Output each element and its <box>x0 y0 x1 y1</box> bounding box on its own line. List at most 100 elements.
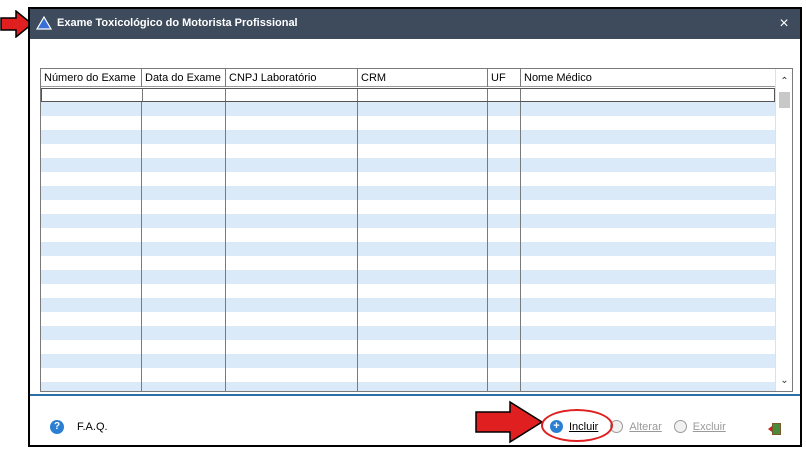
table-cell[interactable] <box>226 340 358 354</box>
table-row[interactable] <box>41 368 775 382</box>
table-cell[interactable] <box>226 326 358 340</box>
table-cell[interactable] <box>521 284 775 298</box>
table-cell[interactable] <box>358 242 488 256</box>
table-cell[interactable] <box>358 312 488 326</box>
table-row[interactable] <box>41 298 775 312</box>
table-row[interactable] <box>41 158 775 172</box>
table-cell[interactable] <box>521 354 775 368</box>
table-cell[interactable] <box>488 284 521 298</box>
column-header-numero-exame[interactable]: Número do Exame <box>41 69 142 87</box>
scroll-up-icon[interactable]: ⌃ <box>776 73 792 90</box>
exit-door-icon[interactable] <box>768 422 782 436</box>
table-row[interactable] <box>41 186 775 200</box>
table-cell[interactable] <box>41 270 142 284</box>
table-cell[interactable] <box>488 256 521 270</box>
table-cell[interactable] <box>142 102 226 116</box>
table-cell[interactable] <box>521 130 775 144</box>
table-cell[interactable] <box>41 242 142 256</box>
table-row[interactable] <box>41 116 775 130</box>
table-cell[interactable] <box>41 228 142 242</box>
column-header-nome-medico[interactable]: Nome Médico <box>521 69 775 87</box>
table-cell[interactable] <box>226 214 358 228</box>
table-row[interactable] <box>41 88 775 102</box>
table-cell[interactable] <box>358 228 488 242</box>
table-cell[interactable] <box>358 382 488 391</box>
table-cell[interactable] <box>488 200 521 214</box>
table-cell[interactable] <box>142 298 226 312</box>
table-cell[interactable] <box>358 340 488 354</box>
table-cell[interactable] <box>521 214 775 228</box>
table-cell[interactable] <box>226 312 358 326</box>
table-cell[interactable] <box>488 354 521 368</box>
table-cell[interactable] <box>488 340 521 354</box>
table-cell[interactable] <box>488 312 521 326</box>
table-cell[interactable] <box>226 382 358 391</box>
table-cell[interactable] <box>521 312 775 326</box>
table-row[interactable] <box>41 340 775 354</box>
table-cell[interactable] <box>41 382 142 391</box>
table-cell[interactable] <box>41 326 142 340</box>
table-cell[interactable] <box>226 298 358 312</box>
table-cell[interactable] <box>358 270 488 284</box>
excluir-button[interactable]: Excluir <box>673 420 726 433</box>
table-cell[interactable] <box>142 354 226 368</box>
table-cell[interactable] <box>41 144 142 158</box>
table-cell[interactable] <box>521 158 775 172</box>
table-cell[interactable] <box>521 382 775 391</box>
table-row[interactable] <box>41 382 775 391</box>
table-row[interactable] <box>41 326 775 340</box>
table-cell[interactable] <box>488 89 521 101</box>
table-cell[interactable] <box>41 312 142 326</box>
table-cell[interactable] <box>42 89 143 101</box>
table-cell[interactable] <box>142 172 226 186</box>
table-row[interactable] <box>41 242 775 256</box>
table-cell[interactable] <box>358 144 488 158</box>
table-cell[interactable] <box>488 172 521 186</box>
table-cell[interactable] <box>142 256 226 270</box>
table-cell[interactable] <box>358 89 488 101</box>
table-cell[interactable] <box>41 368 142 382</box>
table-row[interactable] <box>41 354 775 368</box>
table-row[interactable] <box>41 130 775 144</box>
table-cell[interactable] <box>41 256 142 270</box>
table-row[interactable] <box>41 172 775 186</box>
table-cell[interactable] <box>488 214 521 228</box>
table-cell[interactable] <box>226 284 358 298</box>
table-cell[interactable] <box>521 368 775 382</box>
table-cell[interactable] <box>358 158 488 172</box>
table-cell[interactable] <box>142 158 226 172</box>
table-cell[interactable] <box>358 172 488 186</box>
table-cell[interactable] <box>488 228 521 242</box>
table-cell[interactable] <box>142 200 226 214</box>
table-cell[interactable] <box>142 144 226 158</box>
table-cell[interactable] <box>142 326 226 340</box>
table-cell[interactable] <box>142 214 226 228</box>
table-cell[interactable] <box>521 270 775 284</box>
table-cell[interactable] <box>358 214 488 228</box>
table-cell[interactable] <box>488 102 521 116</box>
table-cell[interactable] <box>41 200 142 214</box>
table-row[interactable] <box>41 102 775 116</box>
table-cell[interactable] <box>41 354 142 368</box>
column-header-crm[interactable]: CRM <box>358 69 488 87</box>
table-cell[interactable] <box>226 116 358 130</box>
column-header-uf[interactable]: UF <box>488 69 521 87</box>
table-cell[interactable] <box>226 144 358 158</box>
column-header-data-exame[interactable]: Data do Exame <box>142 69 226 87</box>
table-cell[interactable] <box>488 242 521 256</box>
table-cell[interactable] <box>521 116 775 130</box>
table-cell[interactable] <box>226 102 358 116</box>
table-cell[interactable] <box>521 89 774 101</box>
table-cell[interactable] <box>41 340 142 354</box>
table-cell[interactable] <box>142 186 226 200</box>
exam-grid[interactable]: Número do Exame Data do Exame CNPJ Labor… <box>40 68 793 392</box>
table-cell[interactable] <box>488 158 521 172</box>
table-cell[interactable] <box>488 144 521 158</box>
table-cell[interactable] <box>521 242 775 256</box>
table-row[interactable] <box>41 144 775 158</box>
table-cell[interactable] <box>488 270 521 284</box>
scroll-down-icon[interactable]: ⌄ <box>776 372 792 389</box>
table-cell[interactable] <box>358 102 488 116</box>
table-cell[interactable] <box>358 256 488 270</box>
table-cell[interactable] <box>142 284 226 298</box>
